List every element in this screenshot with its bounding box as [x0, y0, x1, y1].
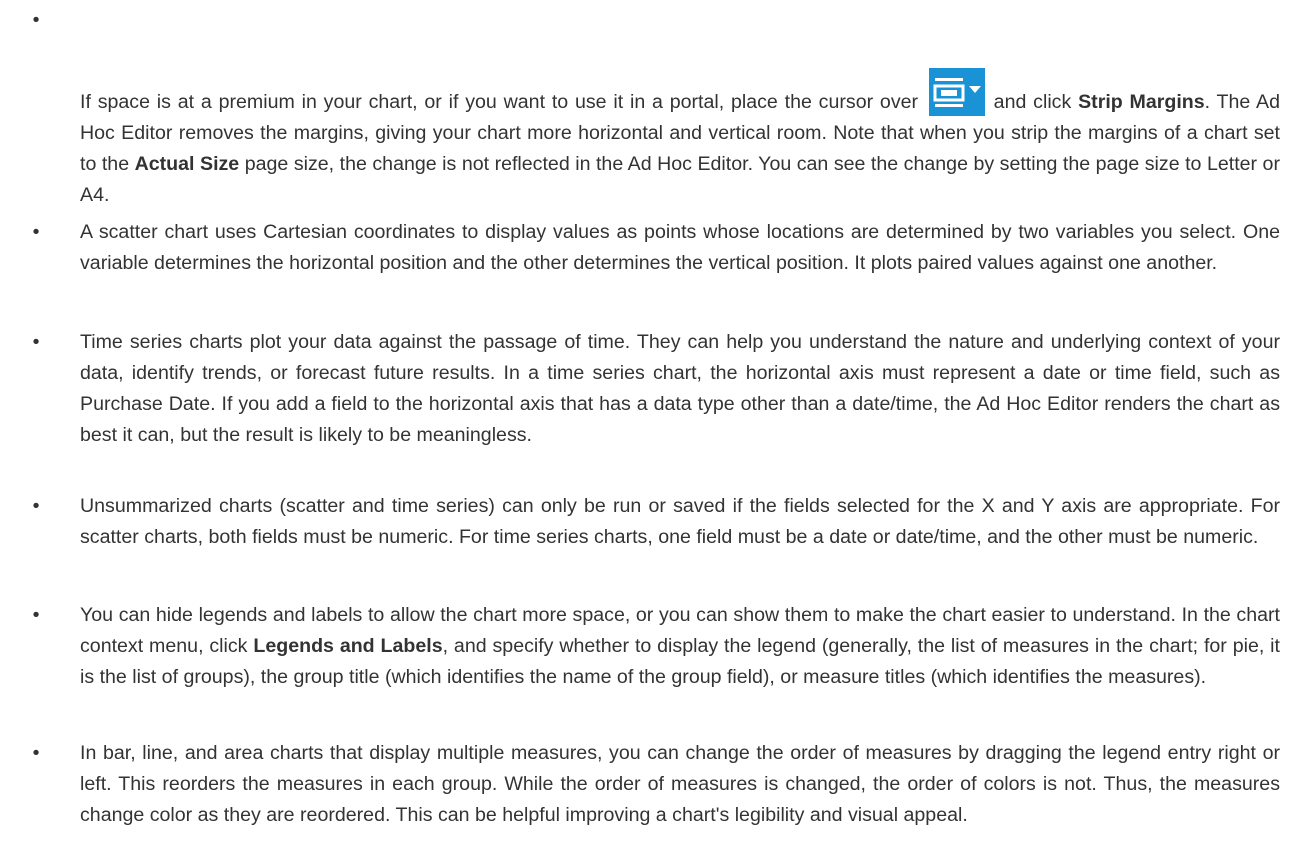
actual-size-label: Actual Size: [134, 153, 240, 175]
list-item: • If space is at a premium in your chart…: [0, 0, 1315, 206]
text-segment: If space is at a premium in your chart, …: [80, 91, 919, 113]
list-item-text: A scatter chart uses Cartesian coordinat…: [80, 221, 1280, 274]
bullet: •: [32, 604, 40, 626]
legends-and-labels-label: Legends and Labels: [253, 635, 443, 657]
list-item-text: Time series charts plot your data agains…: [80, 331, 1280, 446]
list-item-text: If space is at a premium in your chart, …: [80, 68, 1280, 211]
bullet: •: [32, 331, 40, 353]
bullet: •: [32, 221, 40, 243]
text-segment: page size, the change is not reflected i…: [80, 153, 1280, 206]
bullet: •: [32, 495, 40, 517]
list-item-text: You can hide legends and labels to allow…: [80, 600, 1280, 693]
strip-margins-label: Strip Margins: [1078, 91, 1205, 113]
chart-options-menu-icon: [928, 68, 985, 116]
list-item-text: Unsummarized charts (scatter and time se…: [80, 495, 1280, 548]
bullet: •: [32, 9, 40, 31]
list-item-text: In bar, line, and area charts that displ…: [80, 742, 1280, 826]
text-segment: and click: [993, 91, 1072, 113]
bullet: •: [32, 742, 40, 764]
document-page: • If space is at a premium in your chart…: [0, 0, 1315, 846]
